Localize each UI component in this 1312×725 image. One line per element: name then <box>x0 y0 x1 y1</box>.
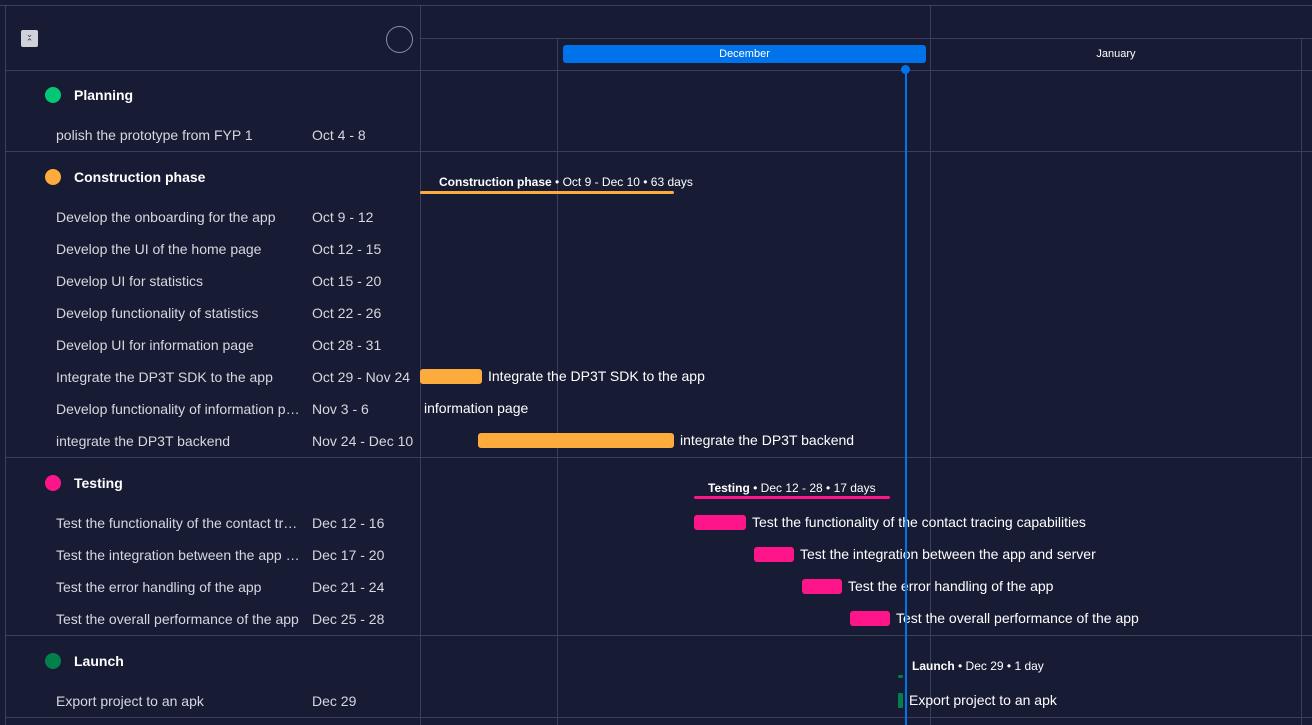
summary-name: Testing <box>708 481 750 495</box>
group-summary-bar-construction[interactable] <box>420 191 674 194</box>
group-title-construction[interactable]: Construction phase <box>74 169 205 185</box>
task-dates: Dec 12 - 16 <box>312 515 385 531</box>
task-dates: Dec 17 - 20 <box>312 547 385 563</box>
task-dates: Oct 9 - 12 <box>312 209 374 225</box>
summary-details: • Dec 29 • 1 day <box>958 659 1044 673</box>
group-title-testing[interactable]: Testing <box>74 475 123 491</box>
group-color-dot-testing[interactable] <box>45 475 61 491</box>
group-title-planning[interactable]: Planning <box>74 87 133 103</box>
left-border <box>5 5 6 725</box>
settings-circle-button[interactable] <box>386 26 413 53</box>
month-header-january[interactable]: January <box>931 45 1301 63</box>
group-color-dot-planning[interactable] <box>45 87 61 103</box>
month-header-december[interactable]: December <box>563 45 926 63</box>
task-name[interactable]: Export project to an apk <box>56 693 304 709</box>
week-gridline <box>1301 38 1302 725</box>
task-name[interactable]: Test the error handling of the app <box>56 579 304 595</box>
group-title-launch[interactable]: Launch <box>74 653 124 669</box>
task-dates: Dec 25 - 28 <box>312 611 385 627</box>
task-bar-label: Test the overall performance of the app <box>896 610 1139 626</box>
task-name[interactable]: Develop the onboarding for the app <box>56 209 304 225</box>
task-dates: Nov 3 - 6 <box>312 401 369 417</box>
task-dates: Dec 29 <box>312 693 357 709</box>
summary-details: • Oct 9 - Dec 10 • 63 days <box>555 175 693 189</box>
group-summary-bar-testing[interactable] <box>694 496 890 499</box>
summary-name: Launch <box>912 659 955 673</box>
list-timeline-divider <box>420 5 421 725</box>
task-name[interactable]: Develop functionality of statistics <box>56 305 304 321</box>
task-name[interactable]: integrate the DP3T backend <box>56 433 304 449</box>
task-name[interactable]: polish the prototype from FYP 1 <box>56 127 304 143</box>
task-bar[interactable] <box>694 515 746 530</box>
task-bar-label: information page <box>424 400 529 416</box>
task-dates: Dec 21 - 24 <box>312 579 385 595</box>
task-bar-label: Test the functionality of the contact tr… <box>752 514 1086 530</box>
group-summary-construction: Construction phase • Oct 9 - Dec 10 • 63… <box>439 175 693 189</box>
task-bar-label: Integrate the DP3T SDK to the app <box>488 368 705 384</box>
task-name[interactable]: Develop UI for statistics <box>56 273 304 289</box>
task-name[interactable]: Develop UI for information page <box>56 337 304 353</box>
today-marker-dot <box>901 65 910 74</box>
task-name[interactable]: Test the functionality of the contact tr… <box>56 515 304 531</box>
task-bar[interactable] <box>802 579 842 594</box>
collapse-all-button[interactable]: ⌄ ⌃ <box>21 30 38 47</box>
task-bar[interactable] <box>420 369 482 384</box>
group-color-dot-launch[interactable] <box>45 653 61 669</box>
task-dates: Oct 12 - 15 <box>312 241 382 257</box>
summary-details: • Dec 12 - 28 • 17 days <box>753 481 876 495</box>
header-bottom-divider <box>5 70 1312 71</box>
group-summary-launch: Launch • Dec 29 • 1 day <box>912 659 1044 673</box>
task-name[interactable]: Develop functionality of information pag… <box>56 401 304 417</box>
summary-name: Construction phase <box>439 175 552 189</box>
task-bar[interactable] <box>754 547 794 562</box>
task-bar[interactable] <box>898 693 903 708</box>
group-summary-bar-launch[interactable] <box>898 675 903 678</box>
task-dates: Nov 24 - Dec 10 <box>312 433 414 449</box>
group-divider <box>5 457 1312 458</box>
group-divider <box>5 635 1312 636</box>
task-bar-label: Test the error handling of the app <box>848 578 1054 594</box>
today-marker-line <box>905 69 907 725</box>
group-divider <box>5 151 1312 152</box>
month-header-divider <box>420 38 1312 39</box>
group-color-dot-construction[interactable] <box>45 169 61 185</box>
group-summary-testing: Testing • Dec 12 - 28 • 17 days <box>708 481 876 495</box>
task-name[interactable]: Develop the UI of the home page <box>56 241 304 257</box>
task-name[interactable]: Test the integration between the app and… <box>56 547 304 563</box>
task-dates: Oct 29 - Nov 24 <box>312 369 411 385</box>
task-bar-label: Export project to an apk <box>909 692 1057 708</box>
task-name[interactable]: Test the overall performance of the app <box>56 611 304 627</box>
task-dates: Oct 22 - 26 <box>312 305 382 321</box>
top-border <box>0 5 1312 6</box>
task-dates: Oct 4 - 8 <box>312 127 366 143</box>
group-divider <box>5 717 1312 718</box>
task-bar-label: Test the integration between the app and… <box>800 546 1096 562</box>
task-bar-label: integrate the DP3T backend <box>680 432 855 448</box>
task-name[interactable]: Integrate the DP3T SDK to the app <box>56 369 304 385</box>
task-bar[interactable] <box>478 433 674 448</box>
collapse-icon: ⌄ ⌃ <box>25 29 34 47</box>
task-dates: Oct 15 - 20 <box>312 273 382 289</box>
task-bar[interactable] <box>850 611 890 626</box>
task-dates: Oct 28 - 31 <box>312 337 382 353</box>
